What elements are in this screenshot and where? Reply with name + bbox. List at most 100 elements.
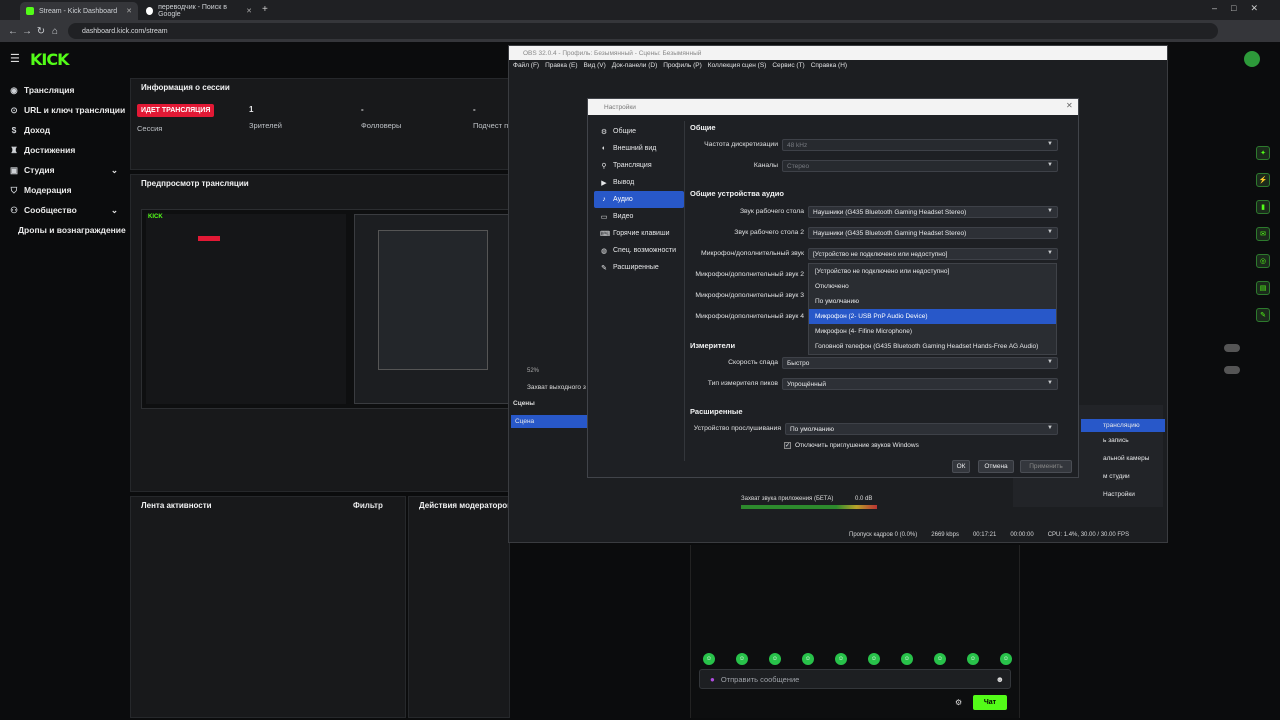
dropdown-option[interactable]: Отключено: [809, 279, 1056, 294]
menu-help[interactable]: Справка (H): [811, 62, 847, 69]
emote-icon[interactable]: ☺: [901, 653, 913, 665]
audio-meter: [741, 505, 877, 509]
emote-icon[interactable]: ☺: [769, 653, 781, 665]
sidebar-item-drops[interactable]: Дропы и вознаграждение: [0, 220, 128, 240]
forward-icon[interactable]: →: [20, 26, 34, 37]
sidebar-item-achievements[interactable]: ♜ Достижения: [0, 140, 128, 160]
url-field[interactable]: dashboard.kick.com/stream: [68, 23, 1218, 39]
nav-label: Спец. возможности: [613, 247, 676, 254]
desktop-audio-select[interactable]: Наушники (G435 Bluetooth Gaming Headset …: [808, 206, 1058, 218]
dropdown-option[interactable]: По умолчанию: [809, 294, 1056, 309]
browser-tab-kick[interactable]: Stream - Kick Dashboard ✕: [20, 2, 138, 20]
decay-rate-select[interactable]: Быстро ▼: [782, 357, 1058, 369]
dropdown-option-highlighted[interactable]: Микрофон (2- USB PnP Audio Device): [809, 309, 1056, 324]
peak-meter-select[interactable]: Упрощённый ▼: [782, 378, 1058, 390]
obs-menubar: Файл (F) Правка (E) Вид (V) Док-панели (…: [509, 60, 1167, 71]
menu-file[interactable]: Файл (F): [513, 62, 539, 69]
emote-icon[interactable]: ☺: [868, 653, 880, 665]
settings-nav-video[interactable]: ▭ Видео: [594, 208, 684, 225]
dropdown-option[interactable]: [Устройство не подключено или недоступно…: [809, 264, 1056, 279]
sidebar-item-moderation[interactable]: ⛉ Модерация: [0, 180, 128, 200]
settings-nav-general[interactable]: ⚙ Общие: [594, 123, 684, 140]
desktop-audio-2-select[interactable]: Наушники (G435 Bluetooth Gaming Headset …: [808, 227, 1058, 239]
sidebar-item-studio[interactable]: ▣ Студия ⌄: [0, 160, 128, 180]
emoji-icon[interactable]: ☻: [996, 675, 1004, 684]
nav-label: Внешний вид: [613, 145, 657, 152]
wrench-icon: ✎: [601, 264, 607, 272]
browser-tab-google[interactable]: переводчик - Поиск в Google ✕: [140, 2, 258, 20]
monitoring-device-select[interactable]: По умолчанию ▼: [785, 423, 1058, 435]
scene-item[interactable]: Сцена: [511, 415, 589, 428]
nav-label: Аудио: [613, 196, 633, 203]
decay-rate-label: Скорость спада: [728, 359, 778, 366]
home-icon[interactable]: ⌂: [48, 26, 62, 37]
menu-profile[interactable]: Профиль (P): [663, 62, 702, 69]
menu-view[interactable]: Вид (V): [584, 62, 606, 69]
window-controls[interactable]: –□✕: [1212, 3, 1272, 14]
kick-logo[interactable]: KICK: [30, 50, 69, 69]
settings-nav-audio[interactable]: ♪ Аудио: [594, 191, 684, 208]
menu-edit[interactable]: Правка (E): [545, 62, 577, 69]
menu-scene-collection[interactable]: Коллекция сцен (S): [708, 62, 767, 69]
toggle-switch[interactable]: [1224, 366, 1240, 374]
settings-nav-accessibility[interactable]: ◍ Спец. возможности: [594, 242, 684, 259]
rail-action-icon[interactable]: ✎: [1256, 308, 1270, 322]
dropdown-option[interactable]: Головной телефон (G435 Bluetooth Gaming …: [809, 339, 1056, 354]
sidebar-item-community[interactable]: ⚇ Сообщество ⌄: [0, 200, 128, 220]
chat-settings-icon[interactable]: ⚙: [955, 698, 962, 707]
avatar[interactable]: [1244, 51, 1260, 67]
followers-value: -: [361, 105, 364, 114]
toggle-switch[interactable]: [1224, 344, 1240, 352]
channels-select[interactable]: Стерео ▼: [782, 160, 1058, 172]
emote-icon[interactable]: ☺: [802, 653, 814, 665]
sidebar-item-url-key[interactable]: ⊙ URL и ключ трансляции: [0, 100, 128, 120]
rail-action-icon[interactable]: ▮: [1256, 200, 1270, 214]
sidebar-item-label: Студия: [24, 165, 55, 175]
chevron-down-icon: ▼: [1047, 359, 1053, 365]
hamburger-menu-icon[interactable]: ☰: [10, 52, 20, 65]
ok-button[interactable]: ОК: [952, 460, 970, 473]
start-record-button[interactable]: ь запись: [1081, 437, 1129, 444]
cancel-button[interactable]: Отмена: [978, 460, 1014, 473]
close-tab-icon[interactable]: ✕: [246, 7, 252, 15]
settings-nav-hotkeys[interactable]: ⌨ Горячие клавиши: [594, 225, 684, 242]
chat-send-button[interactable]: Чат: [973, 695, 1007, 710]
mic-audio-select[interactable]: [Устройство не подключено или недоступно…: [808, 248, 1058, 260]
sample-rate-select[interactable]: 48 kHz ▼: [782, 139, 1058, 151]
rail-action-icon[interactable]: ◎: [1256, 254, 1270, 268]
menu-tools[interactable]: Сервис (T): [772, 62, 804, 69]
rail-action-icon[interactable]: ✦: [1256, 146, 1270, 160]
reload-icon[interactable]: ↻: [34, 26, 48, 37]
emote-icon[interactable]: ☺: [934, 653, 946, 665]
menu-docks[interactable]: Док-панели (D): [612, 62, 657, 69]
app-audio-label: Захват звука приложения (БЕТА): [741, 496, 834, 502]
desktop-audio-label: Звук рабочего стола: [739, 208, 804, 215]
ducking-checkbox[interactable]: ✓ Отключить приглушение звуков Windows: [784, 442, 919, 449]
emote-icon[interactable]: ☺: [967, 653, 979, 665]
studio-mode-button[interactable]: м студии: [1081, 473, 1130, 480]
rail-action-icon[interactable]: ▤: [1256, 281, 1270, 295]
apply-button[interactable]: Применить: [1020, 460, 1072, 473]
settings-nav-advanced[interactable]: ✎ Расширенные: [594, 259, 684, 276]
obs-statusbar: Пропуск кадров 0 (0.0%) 2669 kbps 00:17:…: [849, 532, 1129, 538]
sidebar-item-income[interactable]: $ Доход: [0, 120, 128, 140]
settings-button[interactable]: Настройки: [1081, 491, 1135, 498]
chat-input[interactable]: ● Отправить сообщение ☻: [699, 669, 1011, 689]
sidebar-item-stream[interactable]: ◉ Трансляция: [0, 80, 128, 100]
virtual-camera-button[interactable]: альной камеры: [1081, 455, 1149, 462]
close-tab-icon[interactable]: ✕: [126, 7, 132, 15]
rail-action-icon[interactable]: ⚡: [1256, 173, 1270, 187]
filter-button[interactable]: Фильтр: [353, 501, 383, 510]
emote-icon[interactable]: ☺: [1000, 653, 1012, 665]
close-icon[interactable]: ✕: [1066, 101, 1073, 110]
rail-action-icon[interactable]: ✉: [1256, 227, 1270, 241]
session-info-panel: Информация о сессии ИДЕТ ТРАНСЛЯЦИЯ Сесс…: [130, 78, 510, 170]
settings-nav-output[interactable]: ▶ Вывод: [594, 174, 684, 191]
emote-icon[interactable]: ☺: [736, 653, 748, 665]
emote-icon[interactable]: ☺: [703, 653, 715, 665]
new-tab-icon[interactable]: +: [262, 4, 268, 15]
emote-icon[interactable]: ☺: [835, 653, 847, 665]
back-icon[interactable]: ←: [6, 26, 20, 37]
start-stream-button[interactable]: трансляцию: [1081, 419, 1165, 432]
dropdown-option[interactable]: Микрофон (4- Fifine Microphone): [809, 324, 1056, 339]
